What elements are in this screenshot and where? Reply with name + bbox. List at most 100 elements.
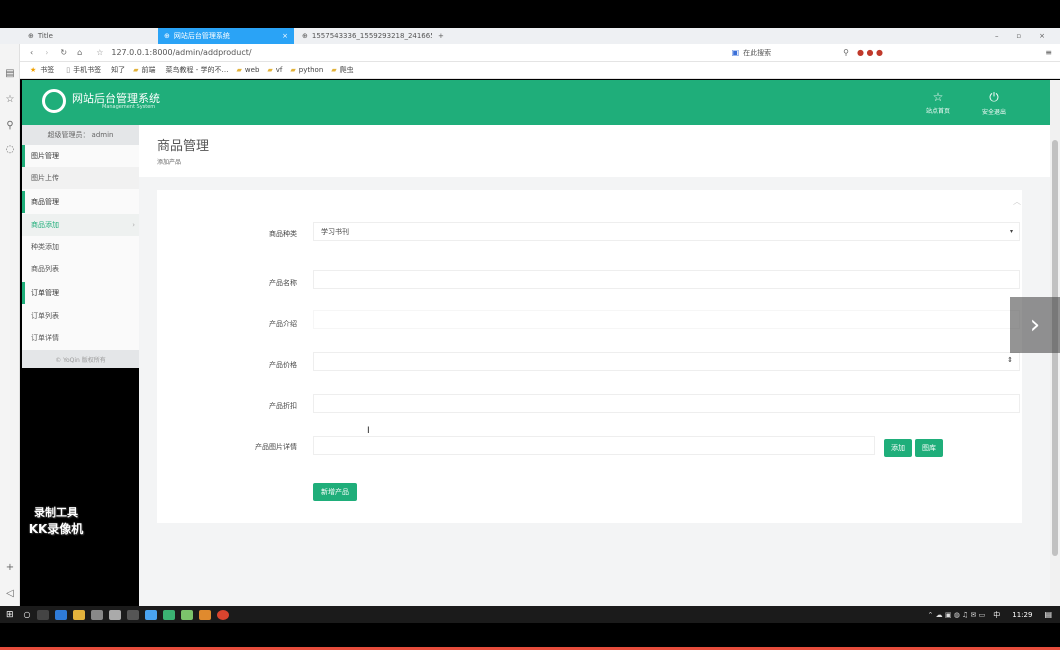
sidebar-group-products[interactable]: 商品管理 (22, 191, 139, 213)
edge-icon[interactable] (54, 609, 67, 620)
extensions-icon[interactable]: ● ● ● (857, 48, 883, 57)
add-icon[interactable]: + (4, 562, 16, 574)
clock[interactable]: 11:29 (1012, 611, 1032, 619)
submit-product-button[interactable]: 新增产品 (313, 483, 357, 501)
globe-icon: ⊕ (164, 32, 170, 40)
chevron-right-icon: › (132, 221, 135, 229)
page-header: 商品管理 添加产品 (139, 125, 1050, 177)
bookmark-item[interactable]: python (299, 66, 324, 74)
main-content: 商品管理 添加产品 ︿ 商品种类 学习书刊 ▾ 产品名称 产品介绍 产品价格 ⇕… (139, 125, 1050, 606)
cortana-icon[interactable]: ○ (24, 610, 31, 619)
bookmark-item[interactable]: web (245, 66, 259, 74)
logout-link[interactable]: ⏻ 安全退出 (974, 90, 1014, 116)
category-select[interactable]: 学习书刊 ▾ (313, 222, 1020, 241)
bookmark-item[interactable]: 手机书签 (73, 65, 101, 75)
dropdown-arrow-icon: ▾ (1009, 228, 1013, 235)
url-field[interactable]: 127.0.0.1:8000/admin/addproduct/ (111, 48, 251, 57)
tray-icons[interactable]: ⌃ ☁ ▣ ◍ ♫ ✉ ▭ (928, 611, 986, 619)
task-view-icon[interactable] (36, 609, 49, 620)
text-cursor-icon: I (367, 426, 370, 436)
tab-admin[interactable]: ⊕ 网站后台管理系统 × (158, 28, 294, 44)
sublime-icon[interactable] (198, 609, 211, 620)
sidebar-item-add-category[interactable]: 种类添加 (22, 236, 139, 258)
pycharm-icon[interactable] (162, 609, 175, 620)
product-image-input[interactable] (313, 436, 875, 455)
product-discount-label: 产品折扣 (269, 402, 297, 410)
folder-icon: ▰ (133, 66, 139, 74)
sidebar-item-add-product[interactable]: 商品添加 › (22, 214, 139, 236)
globe-icon: ⊕ (302, 32, 308, 40)
bookmark-item[interactable]: 前端 (142, 65, 156, 75)
sidebar-item-order-list[interactable]: 订单列表 (22, 305, 139, 327)
collapse-icon[interactable]: ◁ (4, 588, 16, 600)
folder-icon: ▰ (236, 66, 242, 74)
product-price-label: 产品价格 (269, 361, 297, 369)
close-window-icon[interactable]: × (1039, 32, 1045, 40)
sidebar-group-images[interactable]: 图片管理 (22, 145, 139, 167)
chat-icon[interactable]: ◌ (4, 144, 16, 156)
bookmark-item[interactable]: 知了 (111, 65, 125, 75)
forward-icon[interactable]: › (45, 48, 48, 57)
bookmark-item[interactable]: 爬虫 (340, 65, 354, 75)
taskbar: ⊞ ○ ⌃ ☁ ▣ ◍ ♫ ✉ ▭ 中 11:29 ▤ (0, 606, 1060, 623)
reader-icon[interactable]: ▤ (4, 68, 16, 80)
breadcrumb: 添加产品 (157, 159, 182, 166)
windows-start-icon[interactable]: ⊞ (6, 610, 14, 620)
category-label: 商品种类 (269, 230, 297, 238)
sidebar-item-product-list[interactable]: 商品列表 (22, 258, 139, 280)
tab-image[interactable]: ⊕ 1557543336_1559293218_241665… (296, 28, 432, 44)
add-image-button[interactable]: 添加 (884, 439, 912, 457)
back-icon[interactable]: ‹ (30, 48, 33, 57)
next-slide-button[interactable]: › (1010, 297, 1060, 353)
tab-title[interactable]: ⊕ Title (22, 28, 156, 44)
bookmark-item[interactable]: 菜鸟教程 - 学的不… (166, 65, 229, 75)
menu-icon[interactable]: ≡ (1045, 48, 1052, 57)
new-tab-button[interactable]: + (432, 28, 448, 44)
app-header: 网站后台管理系统 Management System ☆ 站点首页 ⏻ 安全退出 (22, 80, 1050, 125)
search-engine-icon[interactable]: ▣ (732, 48, 740, 57)
browser-icon[interactable] (144, 609, 157, 620)
power-icon: ⏻ (989, 90, 999, 104)
app-icon[interactable] (180, 609, 193, 620)
explorer-icon[interactable] (72, 609, 85, 620)
recorder-icon[interactable] (216, 609, 229, 620)
product-intro-input[interactable] (313, 310, 1020, 329)
product-intro-label: 产品介绍 (269, 320, 297, 328)
ime-indicator[interactable]: 中 (993, 610, 1000, 620)
home-link[interactable]: ☆ 站点首页 (920, 90, 956, 115)
collapse-up-icon[interactable]: ︿ (1013, 196, 1021, 207)
close-icon[interactable]: × (282, 32, 288, 40)
star-icon[interactable]: ☆ (4, 94, 16, 106)
search-box[interactable]: 在此搜索 (743, 48, 833, 58)
sidebar-item-order-detail[interactable]: 订单详情 (22, 327, 139, 349)
product-discount-input[interactable] (313, 394, 1020, 413)
globe-icon: ⊕ (28, 32, 34, 40)
terminal-icon[interactable] (126, 609, 139, 620)
home-icon[interactable]: ⌂ (77, 48, 82, 57)
product-name-input[interactable] (313, 270, 1020, 289)
spinner-icon[interactable]: ⇕ (1007, 356, 1013, 364)
store-icon[interactable] (90, 609, 103, 620)
address-bar: ‹ › ↻ ⌂ ☆ 127.0.0.1:8000/admin/addproduc… (20, 44, 1060, 62)
sidebar-footer: © YoQin 版权所有 (22, 350, 139, 368)
sidebar-group-orders[interactable]: 订单管理 (22, 282, 139, 304)
bookmark-star-icon[interactable]: ☆ (96, 48, 103, 57)
bookmark-item[interactable]: vf (276, 66, 283, 74)
product-image-label: 产品图片详情 (255, 443, 297, 451)
bookmark-item[interactable]: 书签 (40, 65, 54, 75)
minimize-icon[interactable]: – (995, 32, 999, 40)
restore-icon[interactable]: ▫ (1016, 32, 1021, 40)
gallery-button[interactable]: 图库 (915, 439, 943, 457)
sidebar: 超级管理员： admin 图片管理 图片上传 商品管理 商品添加 › 种类添加 … (22, 125, 139, 368)
mail-icon[interactable] (108, 609, 121, 620)
notification-icon[interactable]: ▤ (1044, 610, 1052, 619)
product-name-label: 产品名称 (269, 279, 297, 287)
sidebar-item-image-upload[interactable]: 图片上传 (22, 167, 139, 189)
search-icon[interactable]: ⚲ (4, 120, 16, 132)
search-icon[interactable]: ⚲ (843, 48, 849, 57)
app-subtitle: Management System (102, 104, 156, 110)
product-price-input[interactable]: ⇕ (313, 352, 1020, 371)
refresh-icon[interactable]: ↻ (60, 48, 67, 57)
form-card: ︿ 商品种类 学习书刊 ▾ 产品名称 产品介绍 产品价格 ⇕ 产品折扣 产品图片… (157, 190, 1022, 523)
window-controls: – ▫ × (980, 28, 1060, 44)
